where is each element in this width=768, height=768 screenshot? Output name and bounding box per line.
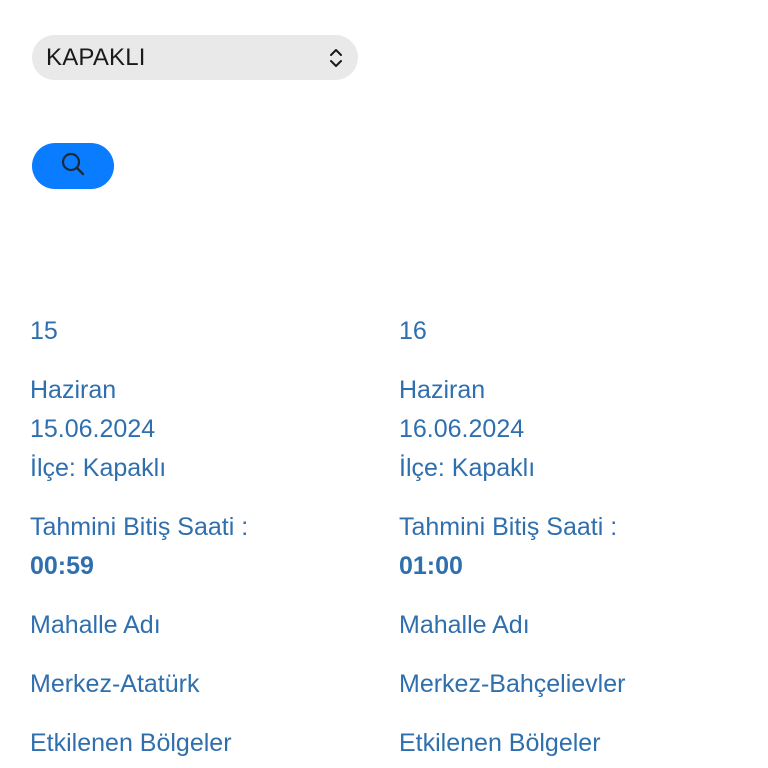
outage-month: Haziran <box>399 376 486 404</box>
est-end-label: Tahmini Bitiş Saati : <box>30 513 249 541</box>
outage-month: Haziran <box>30 376 117 404</box>
neighborhood-name: Merkez-Bahçelievler <box>399 670 626 698</box>
outage-district: İlçe: Kapaklı <box>30 454 167 482</box>
affected-areas-label: Etkilenen Bölgeler <box>30 729 232 757</box>
district-select[interactable]: KAPAKLI <box>32 35 358 80</box>
est-end-label: Tahmini Bitiş Saati : <box>399 513 618 541</box>
outage-day: 15 <box>30 317 58 345</box>
outage-district: İlçe: Kapaklı <box>399 454 536 482</box>
neighborhood-label: Mahalle Adı <box>30 611 161 639</box>
affected-areas-label: Etkilenen Bölgeler <box>399 729 601 757</box>
search-icon <box>60 151 86 182</box>
chevron-updown-icon <box>326 46 346 70</box>
search-button[interactable] <box>32 143 114 189</box>
district-select-value: KAPAKLI <box>46 43 146 71</box>
est-end-time: 00:59 <box>30 552 94 580</box>
outage-date: 16.06.2024 <box>399 415 525 443</box>
outage-card-2: 16 Haziran 16.06.2024 İlçe: Kapaklı Tahm… <box>399 312 625 763</box>
outage-day: 16 <box>399 317 427 345</box>
neighborhood-label: Mahalle Adı <box>399 611 530 639</box>
outage-card-1: 15 Haziran 15.06.2024 İlçe: Kapaklı Tahm… <box>30 312 248 763</box>
page: KAPAKLI 15 Haziran 15.06.2024 İlçe: Kapa… <box>0 0 768 768</box>
est-end-time: 01:00 <box>399 552 463 580</box>
neighborhood-name: Merkez-Atatürk <box>30 670 200 698</box>
outage-date: 15.06.2024 <box>30 415 156 443</box>
